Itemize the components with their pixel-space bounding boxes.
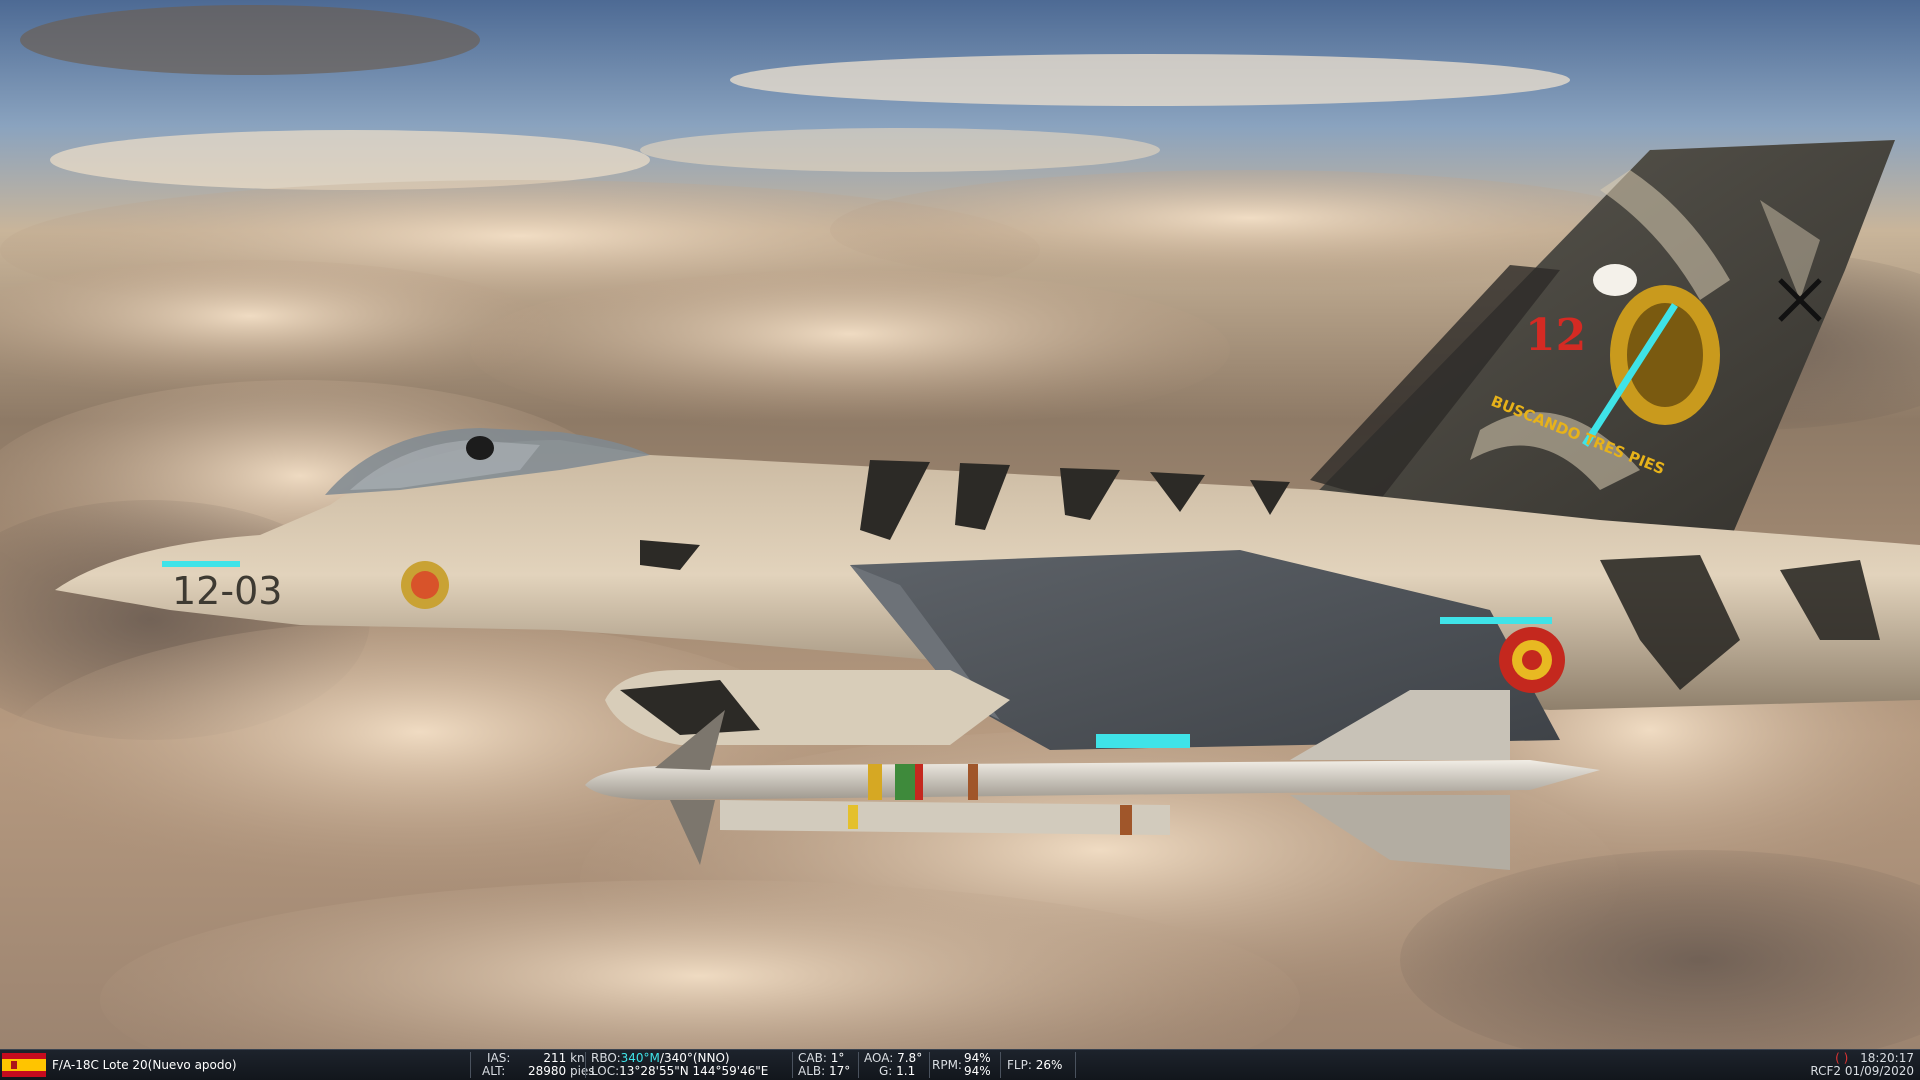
alb-value: 17° <box>829 1064 851 1078</box>
tail-code-text: 12 <box>1525 310 1586 361</box>
cab-label: CAB: <box>798 1051 827 1065</box>
speed-altitude-readout: IAS: 211 kn ALT: 28980 pies <box>475 1050 595 1080</box>
aircraft-info[interactable]: F/A-18C Lote 20(Nuevo apodo) <box>0 1050 470 1080</box>
wing-marker <box>1096 734 1190 748</box>
nose-number-text: 12-03 <box>172 569 282 613</box>
ias-label: IAS: <box>487 1051 511 1065</box>
rbo-true: /340°(NNO) <box>659 1051 730 1065</box>
game-viewport[interactable]: 12 BUSCANDO TRES PIES 12-03 <box>0 0 1920 1050</box>
flp-value: 26% <box>1035 1058 1063 1072</box>
rpm-label: RPM: <box>932 1058 962 1072</box>
aoa-value: 7.8° <box>897 1051 923 1065</box>
rbo-magnetic: 340°M <box>620 1051 660 1065</box>
nose-marker <box>162 561 240 567</box>
flaps-readout: FLP: 26% <box>1005 1050 1075 1080</box>
flp-label: FLP: <box>1007 1058 1032 1072</box>
rpm-engine-2: 94% <box>964 1064 991 1078</box>
loc-label: LOC: <box>591 1064 620 1078</box>
g-value: 1.1 <box>896 1064 916 1078</box>
clock-info: ( ) 18:20:17 RCF2 01/09/2020 <box>1810 1050 1914 1078</box>
clock-time: 18:20:17 <box>1860 1051 1914 1065</box>
loc-value: 13°28'55"N 144°59'46"E <box>619 1064 769 1078</box>
alt-label: ALT: <box>482 1064 506 1078</box>
aoa-label: AOA: <box>864 1051 894 1065</box>
callsign-date: RCF2 01/09/2020 <box>1810 1064 1914 1078</box>
alt-value: 28980 <box>527 1064 567 1078</box>
rpm-readout: RPM: 94% 94% <box>932 1050 1000 1080</box>
heading-location-readout: RBO:340°M/340°(NNO) LOC:13°28'55"N 144°5… <box>590 1050 790 1080</box>
alb-label: ALB: <box>798 1064 826 1078</box>
rbo-label: RBO: <box>591 1051 621 1065</box>
aoa-g-readout: AOA: 7.8° G: 1.1 <box>863 1050 929 1080</box>
ias-unit: kn <box>570 1051 585 1065</box>
g-label: G: <box>879 1064 893 1078</box>
record-indicator: ( ) <box>1835 1051 1849 1065</box>
aircraft-name: F/A-18C Lote 20(Nuevo apodo) <box>52 1058 237 1072</box>
pitch-bank-readout: CAB: 1° ALB: 17° <box>797 1050 857 1080</box>
spain-flag-icon <box>2 1053 46 1077</box>
cab-value: 1° <box>830 1051 845 1065</box>
rpm-engine-1: 94% <box>964 1051 991 1065</box>
status-bar: F/A-18C Lote 20(Nuevo apodo) IAS: 211 kn… <box>0 1049 1920 1080</box>
